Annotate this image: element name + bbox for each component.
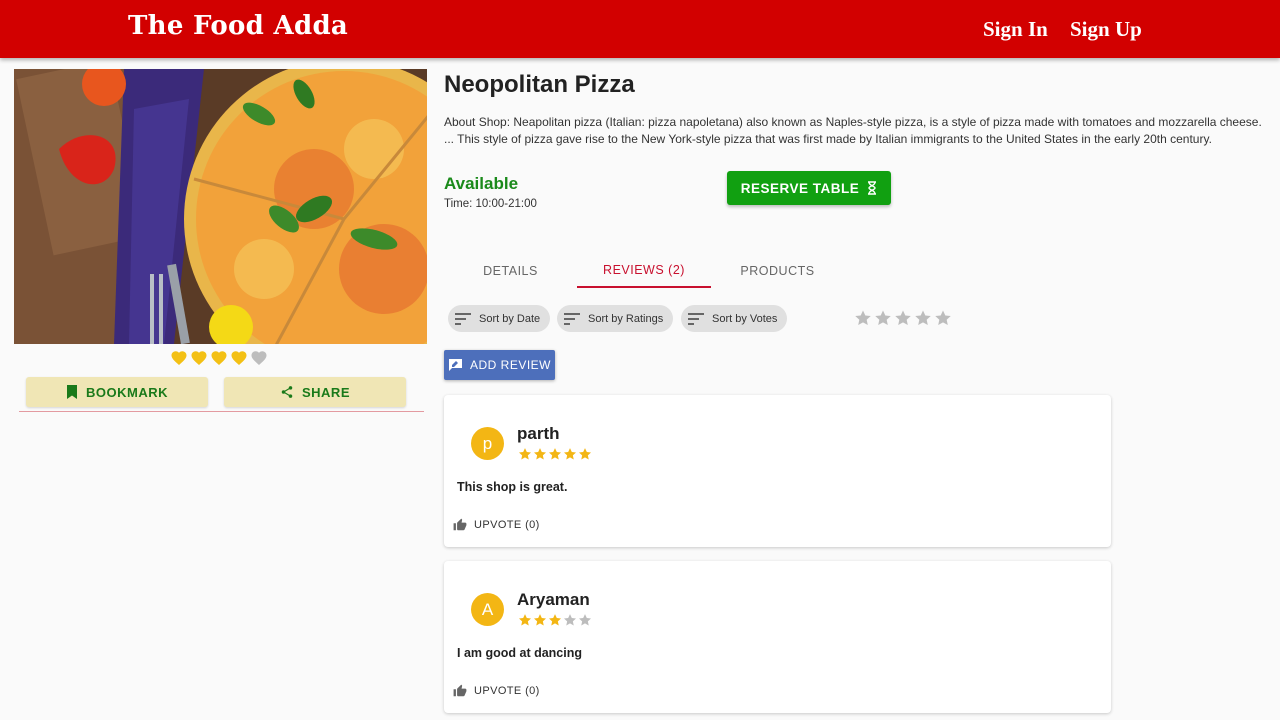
tab-products[interactable]: PRODUCTS (711, 254, 844, 288)
rate-review-icon (448, 359, 462, 371)
tab-details[interactable]: DETAILS (444, 254, 577, 288)
sign-in-link[interactable]: Sign In (983, 17, 1048, 42)
reserve-table-button[interactable]: RESERVE TABLE (727, 171, 891, 205)
pizza-photo (14, 69, 427, 344)
divider (19, 411, 424, 412)
sort-icon (564, 312, 580, 325)
share-label: SHARE (301, 384, 350, 400)
star-icon (518, 614, 532, 626)
star-icon[interactable] (854, 309, 872, 327)
review-text: This shop is great. (457, 480, 568, 494)
heart-icon (211, 351, 227, 366)
bookmark-label: BOOKMARK (86, 384, 168, 400)
add-review-button[interactable]: ADD REVIEW (444, 350, 555, 380)
star-icon-empty (578, 614, 592, 626)
reviewer-name: parth (517, 424, 560, 443)
review-card: A Aryaman I am good at dancing UPVOTE (0… (444, 561, 1111, 713)
heart-icon (171, 351, 187, 366)
heart-icon (231, 351, 247, 366)
availability-status: Available (444, 174, 519, 193)
sort-by-votes-chip[interactable]: Sort by Votes (681, 305, 788, 332)
heart-icon-empty (251, 351, 267, 366)
star-icon[interactable] (934, 309, 952, 327)
star-icon[interactable] (874, 309, 892, 327)
bookmark-button[interactable]: BOOKMARK (26, 377, 208, 407)
upvote-label: UPVOTE (0) (474, 685, 540, 697)
chip-label: Sort by Votes (712, 312, 778, 325)
reviewer-name: Aryaman (517, 590, 590, 609)
review-rating (518, 613, 592, 627)
review-text: I am good at dancing (457, 646, 583, 660)
rating-filter[interactable] (854, 309, 952, 327)
sort-by-ratings-chip[interactable]: Sort by Ratings (557, 305, 674, 332)
thumb-up-icon (453, 518, 467, 531)
hourglass-icon (868, 181, 877, 195)
sort-icon (688, 312, 704, 325)
star-icon (563, 448, 577, 460)
avatar: p (471, 427, 504, 460)
star-icon-empty (563, 614, 577, 626)
add-review-label: ADD REVIEW (469, 358, 551, 372)
reserve-label: RESERVE TABLE (740, 180, 860, 196)
opening-hours: Time: 10:00-21:00 (444, 198, 537, 210)
shop-about: About Shop: Neapolitan pizza (Italian: p… (444, 115, 1262, 146)
upvote-button[interactable]: UPVOTE (0) (453, 518, 540, 532)
brand-logo[interactable]: The Food Adda (128, 11, 348, 41)
sort-by-date-chip[interactable]: Sort by Date (448, 305, 551, 332)
shop-image (14, 69, 427, 344)
star-icon (518, 448, 532, 460)
review-card: p parth This shop is great. UPVOTE (0) (444, 395, 1111, 547)
sort-icon (455, 312, 471, 325)
thumb-up-icon (453, 684, 467, 697)
sign-up-link[interactable]: Sign Up (1070, 17, 1142, 42)
upvote-label: UPVOTE (0) (474, 519, 540, 531)
star-icon (578, 448, 592, 460)
star-icon (548, 448, 562, 460)
star-icon (548, 614, 562, 626)
review-rating (518, 447, 592, 461)
share-icon (281, 386, 293, 398)
star-icon[interactable] (914, 309, 932, 327)
star-icon[interactable] (894, 309, 912, 327)
app-bar: The Food Adda Sign In Sign Up (0, 0, 1280, 58)
shop-name: Neopolitan Pizza (444, 71, 635, 98)
tab-reviews[interactable]: REVIEWS (2) (577, 254, 711, 288)
star-icon (533, 614, 547, 626)
bookmark-icon (67, 385, 77, 399)
share-button[interactable]: SHARE (224, 377, 406, 407)
avatar: A (471, 593, 504, 626)
upvote-button[interactable]: UPVOTE (0) (453, 684, 540, 698)
heart-icon (191, 351, 207, 366)
chip-label: Sort by Ratings (588, 312, 664, 325)
star-icon (533, 448, 547, 460)
chip-label: Sort by Date (479, 312, 541, 325)
heart-rating (170, 349, 268, 367)
